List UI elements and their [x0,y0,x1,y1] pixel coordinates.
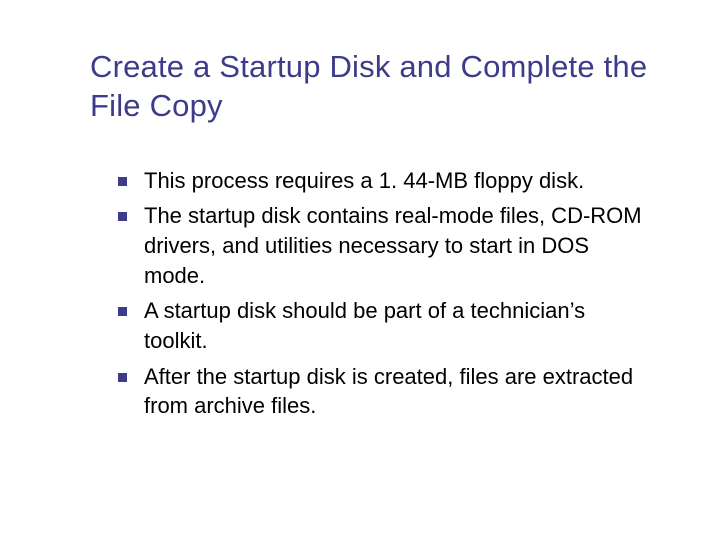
list-item-text: A startup disk should be part of a techn… [144,298,585,353]
square-bullet-icon [118,373,127,382]
list-item: The startup disk contains real-mode file… [118,201,650,290]
list-item-text: This process requires a 1. 44-MB floppy … [144,168,584,193]
square-bullet-icon [118,177,127,186]
list-item: This process requires a 1. 44-MB floppy … [118,166,650,196]
list-item: After the startup disk is created, files… [118,362,650,421]
list-item-text: The startup disk contains real-mode file… [144,203,642,287]
square-bullet-icon [118,212,127,221]
slide: Create a Startup Disk and Complete the F… [0,0,720,540]
slide-title: Create a Startup Disk and Complete the F… [90,48,650,126]
list-item: A startup disk should be part of a techn… [118,296,650,355]
square-bullet-icon [118,307,127,316]
list-item-text: After the startup disk is created, files… [144,364,633,419]
bullet-list: This process requires a 1. 44-MB floppy … [90,166,650,422]
